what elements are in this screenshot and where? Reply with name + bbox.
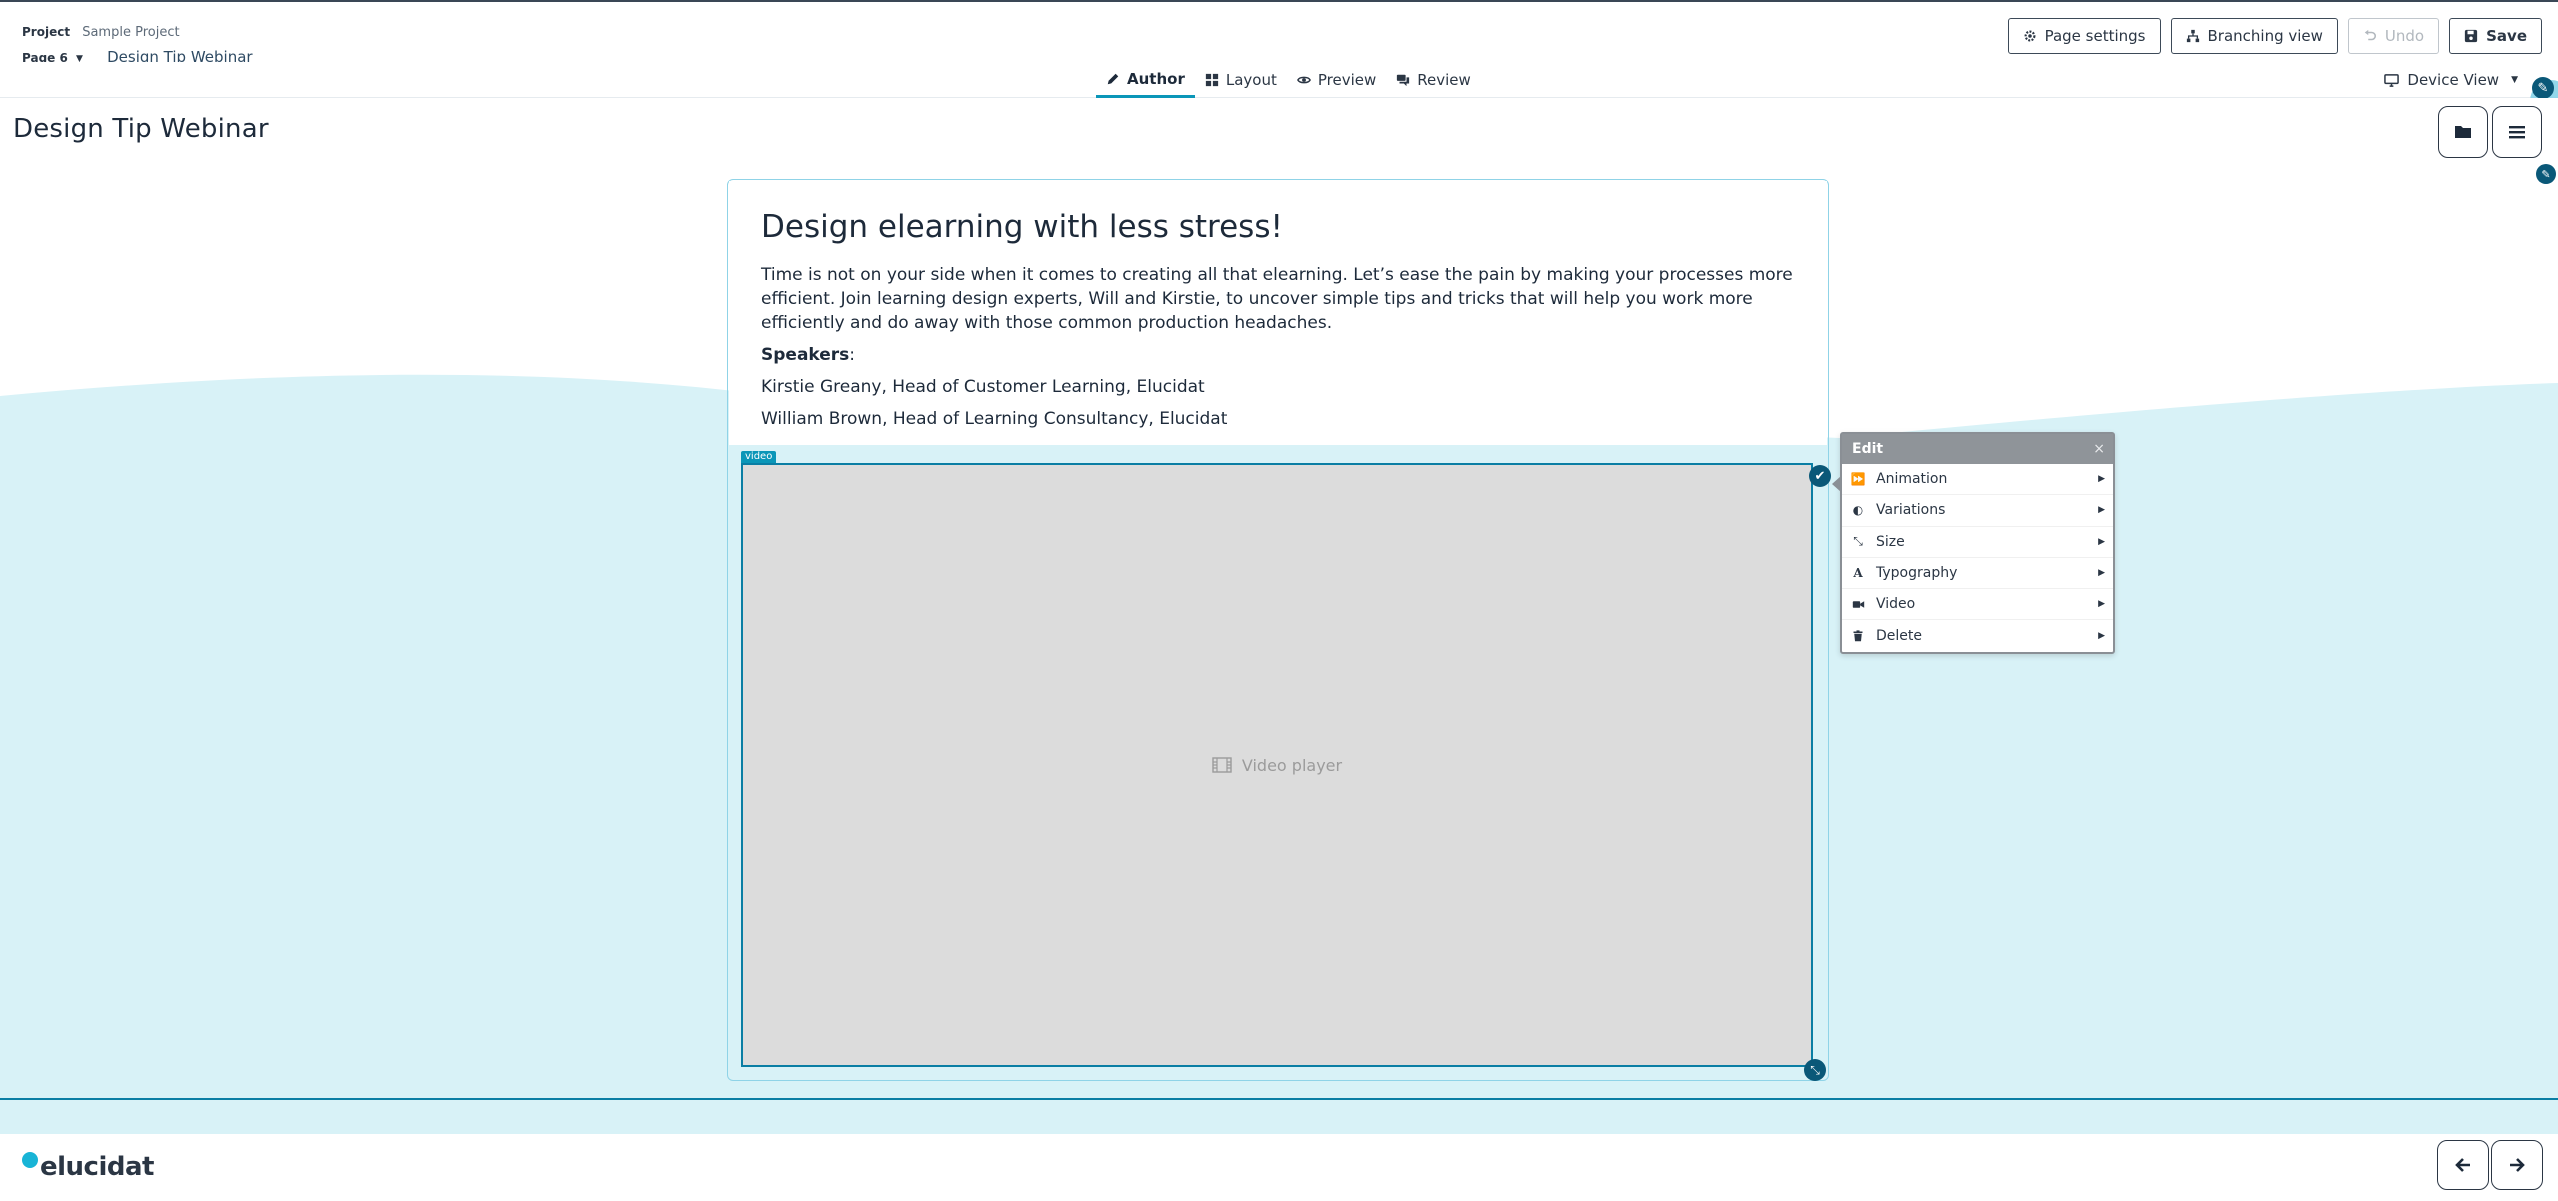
top-actions: Page settings Branching view Undo Save xyxy=(2007,18,2542,54)
speaker-1: Kirstie Greany, Head of Customer Learnin… xyxy=(761,377,1205,397)
menu-item-delete[interactable]: Delete ▶ xyxy=(1842,620,2113,651)
resize-handle-icon[interactable]: ⤡ xyxy=(1804,1059,1826,1081)
top-bar: Project Sample Project Page 6 ▼ Design T… xyxy=(0,0,2558,66)
confirm-check-icon[interactable]: ✔ xyxy=(1809,465,1831,487)
caret-right-icon: ▶ xyxy=(2098,631,2105,642)
mode-tabs: Author Layout Preview Review xyxy=(1096,62,1481,98)
video-element-tag: video xyxy=(741,451,777,463)
floppy-disk-icon xyxy=(2464,29,2478,43)
chevron-down-icon: ▼ xyxy=(2511,75,2518,85)
folder-button[interactable] xyxy=(2438,106,2488,158)
tab-author-label: Author xyxy=(1127,69,1185,88)
text-block[interactable]: Design elearning with less stress! Time … xyxy=(729,181,1827,445)
caret-right-icon: ▶ xyxy=(2098,568,2105,579)
folder-icon xyxy=(2455,126,2471,138)
tab-preview[interactable]: Preview xyxy=(1287,62,1386,98)
edit-pencil-icon[interactable]: ✎ xyxy=(2532,77,2554,99)
menu-item-label: Typography xyxy=(1876,565,1958,582)
fast-forward-icon: ⏩ xyxy=(1850,472,1866,487)
content-title: Design elearning with less stress! xyxy=(761,209,1283,245)
resize-icon: ⤡ xyxy=(1853,534,1863,549)
tab-layout[interactable]: Layout xyxy=(1195,62,1287,98)
font-icon: A xyxy=(1853,566,1863,581)
branching-view-button[interactable]: Branching view xyxy=(2170,18,2338,54)
grid-icon xyxy=(1205,73,1218,87)
tab-review-label: Review xyxy=(1417,71,1471,89)
page-heading: Design Tip Webinar xyxy=(13,114,269,144)
menu-pointer xyxy=(1832,476,1841,492)
menu-item-label: Delete xyxy=(1876,628,1922,645)
menu-item-animation[interactable]: ⏩ Animation ▶ xyxy=(1842,464,2113,496)
menu-button[interactable] xyxy=(2492,106,2542,158)
branching-view-label: Branching view xyxy=(2207,27,2323,45)
logo-text: elucidat xyxy=(40,1152,154,1182)
device-view-label: Device View xyxy=(2407,71,2500,89)
undo-button[interactable]: Undo xyxy=(2347,18,2440,54)
edit-context-menu: Edit × ⏩ Animation ▶ ◐ Variations ▶ ⤡ Si… xyxy=(1832,432,2115,654)
close-icon[interactable]: × xyxy=(2093,441,2105,457)
footer: elucidat xyxy=(0,1134,2558,1201)
speaker-2: William Brown, Head of Learning Consulta… xyxy=(761,409,1228,429)
page-settings-label: Page settings xyxy=(2044,27,2146,45)
page-canvas: Design Tip Webinar ✎ Design elearning wi… xyxy=(0,98,2558,1099)
undo-icon xyxy=(2364,29,2376,41)
monitor-icon xyxy=(2384,73,2400,87)
next-page-button[interactable] xyxy=(2491,1140,2543,1190)
speakers-colon: : xyxy=(849,345,856,365)
tab-layout-label: Layout xyxy=(1225,71,1277,89)
film-icon xyxy=(1212,757,1232,773)
mode-bar: Author Layout Preview Review Device View… xyxy=(0,62,2558,98)
save-button[interactable]: Save xyxy=(2449,18,2542,54)
content-intro: Time is not on your side when it comes t… xyxy=(761,265,1793,333)
trash-icon xyxy=(1850,628,1866,644)
menu-item-label: Size xyxy=(1876,533,1905,550)
video-player[interactable]: Video player xyxy=(741,463,1813,1067)
caret-right-icon: ▶ xyxy=(2098,536,2105,547)
menu-item-label: Variations xyxy=(1876,502,1946,519)
eye-icon xyxy=(1296,76,1311,84)
caret-right-icon: ▶ xyxy=(2098,505,2105,516)
menu-item-typography[interactable]: A Typography ▶ xyxy=(1842,558,2113,590)
speakers-label: Speakers xyxy=(761,345,850,365)
pencil-icon[interactable]: ✎ xyxy=(2536,164,2556,184)
speakers-line: Speakers: xyxy=(761,343,1795,367)
video-camera-icon xyxy=(1850,596,1866,612)
previous-page-button[interactable] xyxy=(2437,1140,2489,1190)
project-label: Project xyxy=(22,25,71,39)
contrast-icon: ◐ xyxy=(1852,503,1864,518)
arrow-right-icon xyxy=(2510,1158,2525,1172)
menu-item-label: Animation xyxy=(1876,471,1948,488)
menu-item-label: Video xyxy=(1876,596,1916,613)
comments-icon xyxy=(1397,74,1410,87)
edit-menu-title: Edit xyxy=(1852,441,1884,457)
arrow-left-icon xyxy=(2455,1158,2470,1172)
edit-menu-header: Edit × xyxy=(1842,434,2113,464)
tab-review[interactable]: Review xyxy=(1386,62,1481,98)
logo-mark-icon xyxy=(22,1152,38,1168)
menu-item-video[interactable]: Video ▶ xyxy=(1842,589,2113,621)
gear-icon xyxy=(2024,30,2036,42)
hamburger-icon xyxy=(2509,126,2525,139)
canvas-bottom-strip xyxy=(0,1100,2558,1134)
project-name[interactable]: Sample Project xyxy=(82,25,179,40)
device-view-dropdown[interactable]: Device View ▼ xyxy=(2384,62,2518,98)
sitemap-icon xyxy=(2186,29,2199,43)
page-settings-button[interactable]: Page settings xyxy=(2007,18,2161,54)
video-placeholder-text: Video player xyxy=(1241,755,1343,775)
menu-item-variations[interactable]: ◐ Variations ▶ xyxy=(1842,495,2113,527)
elucidat-logo: elucidat xyxy=(22,1152,154,1182)
tab-preview-label: Preview xyxy=(1317,71,1377,89)
save-label: Save xyxy=(2486,27,2527,45)
tab-author[interactable]: Author xyxy=(1096,62,1195,98)
caret-right-icon: ▶ xyxy=(2098,474,2105,485)
undo-label: Undo xyxy=(2384,27,2425,45)
menu-item-size[interactable]: ⤡ Size ▶ xyxy=(1842,527,2113,558)
caret-right-icon: ▶ xyxy=(2098,599,2105,610)
pencil-icon xyxy=(1107,73,1119,84)
